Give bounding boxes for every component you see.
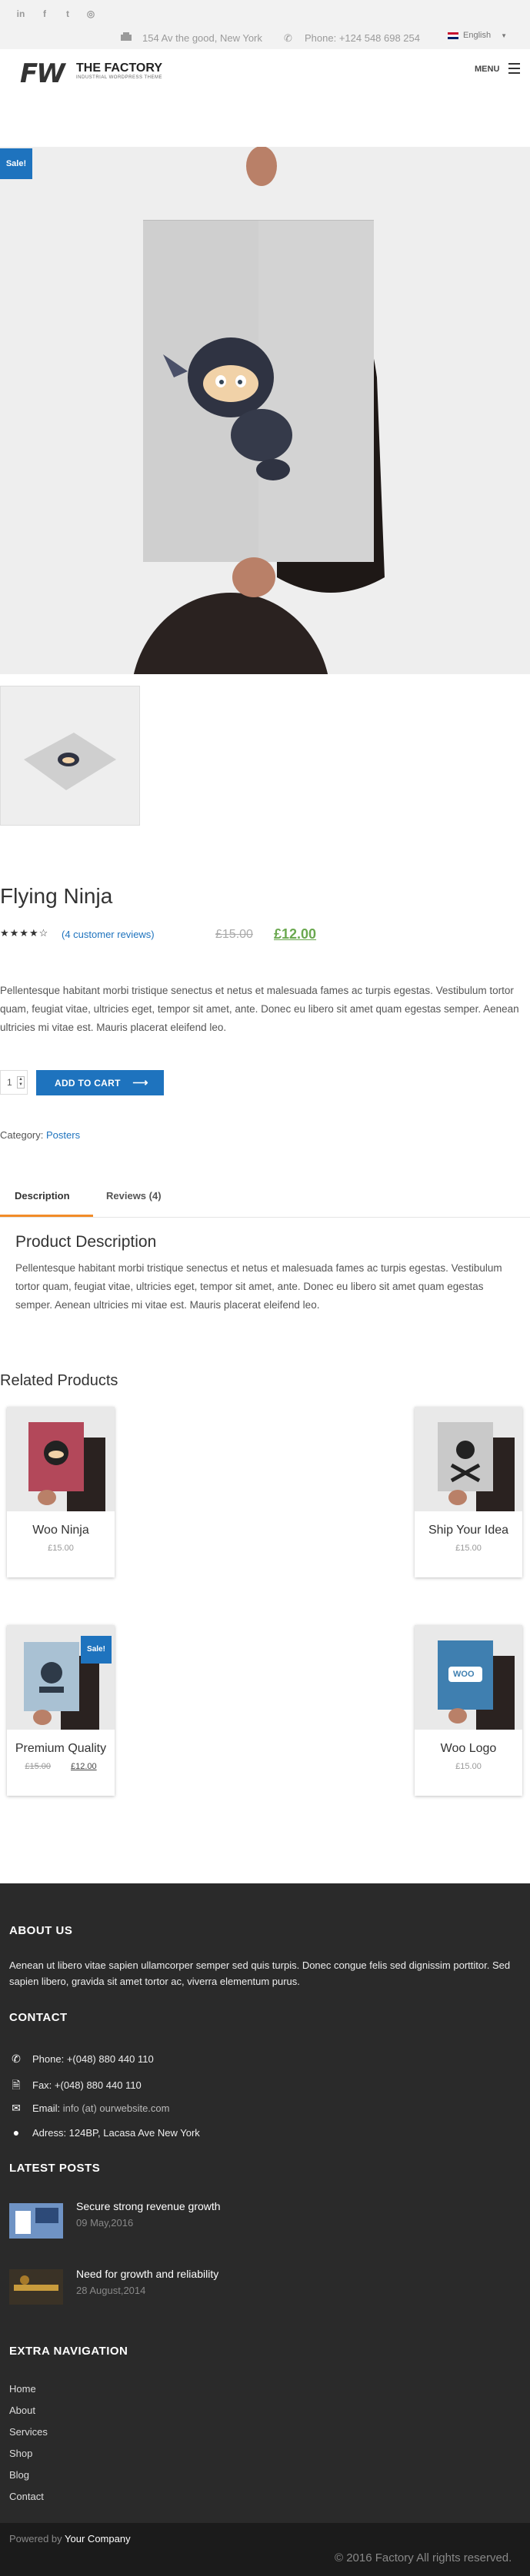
contact-address: ● Adress: 124BP, Lacasa Ave New York [9, 2126, 200, 2139]
post-date: 28 August,2014 [76, 2285, 146, 2296]
hamburger-menu-icon[interactable] [508, 63, 520, 77]
product-image: WOO [415, 1625, 522, 1730]
thumbnail-image [24, 733, 116, 790]
powered-by: Powered by Your Company [9, 2533, 131, 2544]
phone-text: Phone: +124 548 698 254 [305, 32, 421, 44]
footer-nav-blog[interactable]: Blog [9, 2469, 29, 2481]
short-description: Pellentesque habitant morbi tristique se… [0, 985, 519, 1033]
product-title: Flying Ninja [0, 884, 113, 908]
footer-nav-shop[interactable]: Shop [9, 2448, 32, 2459]
category-label: Category: [0, 1129, 44, 1141]
post-title[interactable]: Secure strong revenue growth [76, 2200, 221, 2212]
phone-icon: ✆ [284, 32, 292, 44]
footer-nav-about[interactable]: About [9, 2405, 35, 2416]
old-price: £15.00 [25, 1762, 51, 1771]
post-thumbnail[interactable] [9, 2203, 63, 2239]
add-to-cart-button[interactable]: ADD TO CART ⟶ [36, 1070, 164, 1095]
quantity-stepper-icon[interactable]: ▲ ▼ [17, 1076, 25, 1089]
post-date: 09 May,2016 [76, 2217, 134, 2229]
product-name[interactable]: Woo Ninja [7, 1524, 115, 1537]
product-thumbnail[interactable] [0, 686, 140, 826]
related-product-card[interactable]: WOO Woo Logo £15.00 [415, 1625, 522, 1796]
menu-label[interactable]: MENU [475, 65, 499, 74]
footer-nav-contact[interactable]: Contact [9, 2491, 44, 2502]
uk-flag-icon [448, 32, 458, 39]
product-price: £15.00 £12.00 [7, 1762, 115, 1771]
poster-photo [133, 147, 385, 674]
arrow-right-icon: ⟶ [132, 1076, 148, 1089]
description-text: Pellentesque habitant morbi tristique se… [15, 1262, 502, 1311]
twitter-icon[interactable]: t [62, 8, 73, 19]
address-icon [120, 32, 132, 44]
chevron-down-icon: ▼ [501, 32, 508, 39]
about-text: Aenean ut libero vitae sapien ullamcorpe… [9, 1959, 511, 1987]
footer-nav-home[interactable]: Home [9, 2383, 36, 2395]
post-title[interactable]: Need for growth and reliability [76, 2268, 218, 2280]
language-selector[interactable]: English ▼ [448, 31, 507, 40]
related-product-card[interactable]: Sale! Premium Quality £15.00 £12.00 [7, 1625, 115, 1796]
sale-badge: Sale! [81, 1636, 112, 1664]
extra-navigation-heading: EXTRA NAVIGATION [9, 2345, 128, 2358]
product-image [415, 1407, 522, 1511]
facebook-icon[interactable]: f [39, 8, 50, 19]
phone-icon: ✆ [12, 2052, 21, 2065]
customer-reviews-link[interactable]: (4 customer reviews) [62, 929, 155, 940]
top-bar: in f t ◎ 154 Av the good, New York ✆ Pho… [0, 0, 530, 49]
sale-badge: Sale! [0, 148, 32, 179]
contact-phone-text: Phone: +(048) 880 440 110 [32, 2053, 154, 2065]
poster-text: WOO [453, 1670, 475, 1679]
product-image [7, 1407, 115, 1511]
latest-posts-heading: LATEST POSTS [9, 2162, 101, 2175]
instagram-icon[interactable]: ◎ [85, 8, 96, 19]
language-label: English [463, 31, 492, 40]
related-product-card[interactable]: Ship Your Idea £15.00 [415, 1407, 522, 1577]
contact-phone: ✆ Phone: +(048) 880 440 110 [9, 2052, 154, 2066]
tabs-divider [0, 1217, 530, 1218]
fax-icon: 🗎 [12, 2079, 21, 2091]
product-name[interactable]: Premium Quality [7, 1742, 115, 1756]
product-main-image[interactable] [0, 147, 530, 674]
sale-price: £12.00 [71, 1762, 97, 1771]
product-price: £15.00 [48, 1544, 74, 1553]
description-heading: Product Description [15, 1233, 157, 1251]
map-marker-icon: ● [12, 2126, 20, 2139]
email-label: Email: [32, 2102, 61, 2114]
product-name[interactable]: Woo Logo [415, 1742, 522, 1756]
related-products-heading: Related Products [0, 1372, 118, 1389]
company-link[interactable]: Your Company [65, 2533, 131, 2544]
sale-price: £12.00 [274, 926, 317, 942]
contact-address-text: Adress: 124BP, Lacasa Ave New York [32, 2127, 200, 2139]
about-heading: ABOUT US [9, 1924, 73, 1937]
product-price: £15.00 [455, 1544, 482, 1553]
related-product-card[interactable]: Woo Ninja £15.00 [7, 1407, 115, 1577]
linkedin-icon[interactable]: in [15, 8, 26, 19]
address-text: 154 Av the good, New York [142, 32, 262, 44]
tab-description[interactable]: Description [15, 1190, 70, 1202]
rating-stars: ★★★★☆ [0, 927, 49, 939]
email-value[interactable]: info (at) ourwebsite.com [63, 2102, 170, 2114]
old-price: £15.00 [215, 928, 253, 941]
powered-prefix: Powered by [9, 2533, 62, 2544]
logo-mark: FW [20, 58, 65, 89]
copyright: © 2016 Factory All rights reserved. [335, 2551, 512, 2564]
contact-email: ✉ Email: info (at) ourwebsite.com [9, 2102, 169, 2115]
logo-subtitle: INDUSTRIAL WORDPRESS THEME [76, 75, 163, 80]
tab-reviews[interactable]: Reviews (4) [106, 1190, 162, 1202]
product-name[interactable]: Ship Your Idea [415, 1524, 522, 1537]
bottom-bar [0, 2523, 530, 2576]
contact-heading: CONTACT [9, 2011, 68, 2024]
logo-title: THE FACTORY [76, 61, 163, 75]
category-link[interactable]: Posters [46, 1129, 80, 1141]
footer-nav-services[interactable]: Services [9, 2426, 48, 2438]
product-category: Category: Posters [0, 1129, 80, 1141]
contact-fax: 🗎 Fax: +(048) 880 440 110 [9, 2077, 142, 2096]
contact-fax-text: Fax: +(048) 880 440 110 [32, 2079, 142, 2091]
add-to-cart-label: ADD TO CART [55, 1078, 121, 1089]
envelope-icon: ✉ [12, 2102, 21, 2114]
post-thumbnail[interactable] [9, 2269, 63, 2305]
product-price: £15.00 [455, 1762, 482, 1771]
